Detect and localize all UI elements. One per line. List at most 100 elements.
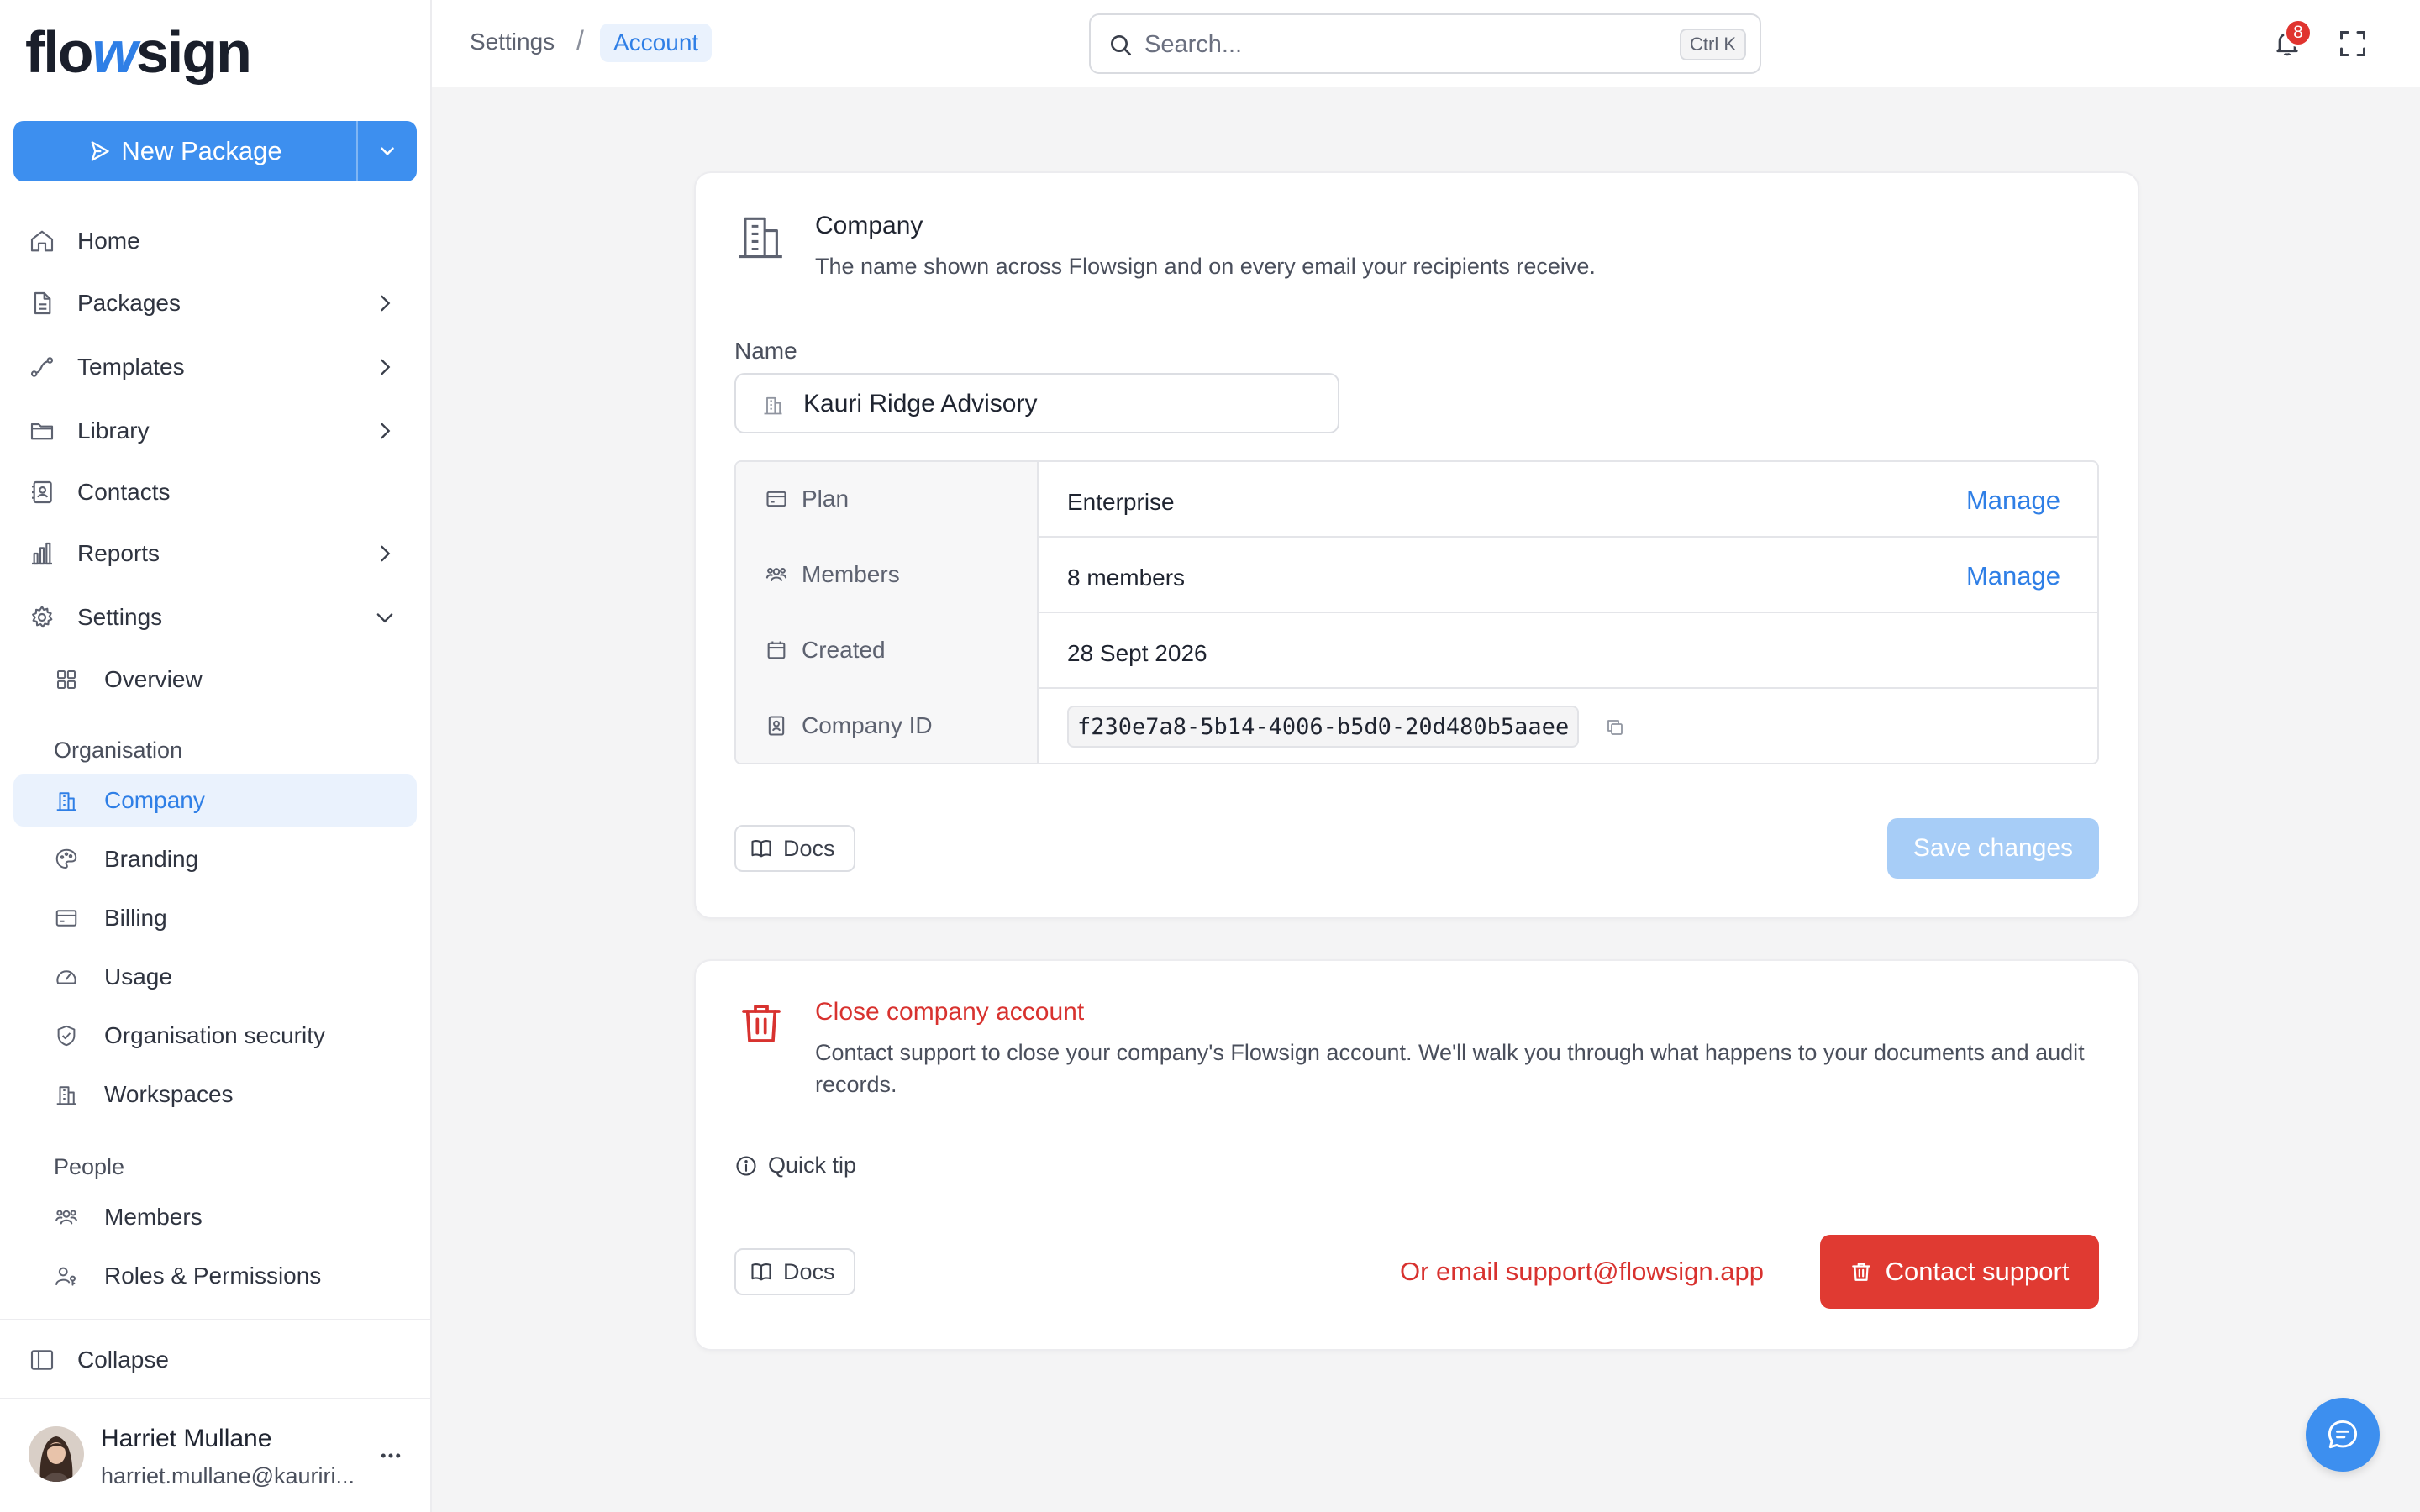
sidebar-item-label: Settings [77,604,163,630]
building-icon [56,792,76,811]
info-row-created: Created 28 Sept 2026 [736,613,2097,689]
new-package-dropdown-button[interactable] [356,121,417,181]
sidebar-item-label: Home [77,228,140,254]
copy-icon[interactable] [1605,717,1625,738]
sidebar-item-members[interactable]: Members [13,1191,417,1243]
breadcrumb-account[interactable]: Account [600,24,713,62]
sidebar-toggle-icon [30,1350,54,1370]
search-box: Ctrl K [1089,13,1761,74]
sidebar-item-overview[interactable]: Overview [13,654,417,706]
sidebar-item-packages[interactable]: Packages [13,277,417,329]
trash-icon [742,1005,781,1042]
close-account-description: Contact support to close your company's … [815,1040,2085,1097]
info-key-label: Plan [802,486,850,512]
save-changes-button[interactable]: Save changes [1887,818,2099,879]
palette-icon [55,848,77,869]
breadcrumb-settings[interactable]: Settings [470,29,555,55]
sidebar-item-workspaces[interactable]: Workspaces [13,1068,417,1121]
document-icon [34,291,51,315]
new-package-button[interactable]: New Package [13,121,356,181]
manage-plan-link[interactable]: Manage [1966,486,2060,516]
info-key-cell: Members [736,538,1039,613]
home-icon [30,230,54,252]
book-icon [751,1263,771,1281]
sidebar-item-billing[interactable]: Billing [13,892,417,944]
manage-members-link[interactable]: Manage [1966,561,2060,591]
sidebar-item-label: Contacts [77,479,171,505]
search-icon [1111,35,1131,55]
quick-tip-toggle[interactable]: Quick tip [734,1152,856,1179]
chevron-right-icon [381,295,391,312]
avatar[interactable] [29,1426,84,1482]
contact-support-button[interactable]: Contact support [1820,1235,2099,1309]
breadcrumb-separator: / [576,25,584,55]
grid-icon [57,670,76,689]
sidebar-item-company[interactable]: Company [13,774,417,827]
sidebar-divider [0,1398,432,1399]
sidebar-item-settings[interactable]: Settings [13,591,417,643]
info-row-company-id: Company ID f230e7a8-5b14-4006-b5d0-20d48… [736,689,2097,763]
search-shortcut-hint: Ctrl K [1680,29,1746,60]
fullscreen-icon[interactable] [2338,29,2368,59]
sidebar-item-organisation-security[interactable]: Organisation security [13,1010,417,1062]
chat-button[interactable] [2306,1398,2380,1472]
docs-button[interactable]: Docs [734,825,855,872]
building-icon [739,217,782,259]
user-avatar-image [29,1426,84,1482]
company-name-field [734,373,1339,433]
collapse-sidebar-button[interactable]: Collapse [13,1334,417,1386]
user-email: harriet.mullane@kauriri... [101,1463,355,1488]
credit-card-icon [766,491,786,507]
created-date-value: 28 Sept 2026 [1067,640,1207,666]
info-key-cell: Plan [736,462,1039,538]
info-key-label: Company ID [802,712,933,738]
collapse-label: Collapse [77,1347,169,1373]
company-card-description: The name shown across Flowsign and on ev… [815,254,1596,279]
users-icon [55,1210,77,1225]
sidebar-item-label: Templates [77,354,185,380]
flowsign-logo[interactable]: flo w sign [25,18,252,86]
info-icon [736,1155,756,1176]
chevron-right-icon [381,545,391,562]
sidebar-item-library[interactable]: Library [13,405,417,457]
user-key-icon [55,1267,76,1286]
sidebar-item-reports[interactable]: Reports [13,528,417,580]
sidebar-item-home[interactable]: Home [13,215,417,267]
logo-text-start: flo [25,19,94,85]
contact-book-icon [32,480,52,504]
sidebar-item-roles-permissions[interactable]: Roles & Permissions [13,1250,417,1302]
sidebar-item-label: Billing [104,905,167,931]
calendar-icon [767,641,786,659]
sidebar-item-templates[interactable]: Templates [13,341,417,393]
sidebar-item-label: Reports [77,540,160,566]
book-icon [751,840,771,858]
company-id-value: f230e7a8-5b14-4006-b5d0-20d480b5aaee [1067,706,1580,748]
chevron-right-icon [381,423,391,439]
more-options-icon[interactable] [378,1443,403,1468]
route-icon [30,357,54,377]
section-heading-people: People [54,1154,125,1179]
sidebar-item-branding[interactable]: Branding [13,833,417,885]
folder-icon [30,423,54,440]
users-icon [765,567,787,582]
docs-button[interactable]: Docs [734,1248,855,1295]
logo-text-end: sign [135,19,252,85]
company-name-input[interactable] [803,386,1307,422]
plan-value: Enterprise [1067,489,1175,515]
shield-icon [57,1025,76,1047]
search-input[interactable] [1144,27,1615,62]
chevron-down-icon [376,613,393,623]
members-value: 8 members [1067,564,1186,591]
contact-support-label: Contact support [1885,1257,2070,1286]
new-package-button-group: New Package [13,121,417,181]
sidebar-item-usage[interactable]: Usage [13,951,417,1003]
sidebar-item-label: Company [104,787,205,813]
sidebar-item-contacts[interactable]: Contacts [13,466,417,518]
gauge-icon [56,970,76,984]
info-row-members: Members 8 members Manage [736,538,2097,613]
sidebar: flo w sign New Package Home Packages Templ… [0,0,432,1512]
gear-icon [31,606,53,628]
building-icon [764,396,782,415]
sidebar-item-label: Members [104,1204,203,1230]
support-email-link[interactable]: Or email support@flowsign.app [1400,1257,1764,1287]
